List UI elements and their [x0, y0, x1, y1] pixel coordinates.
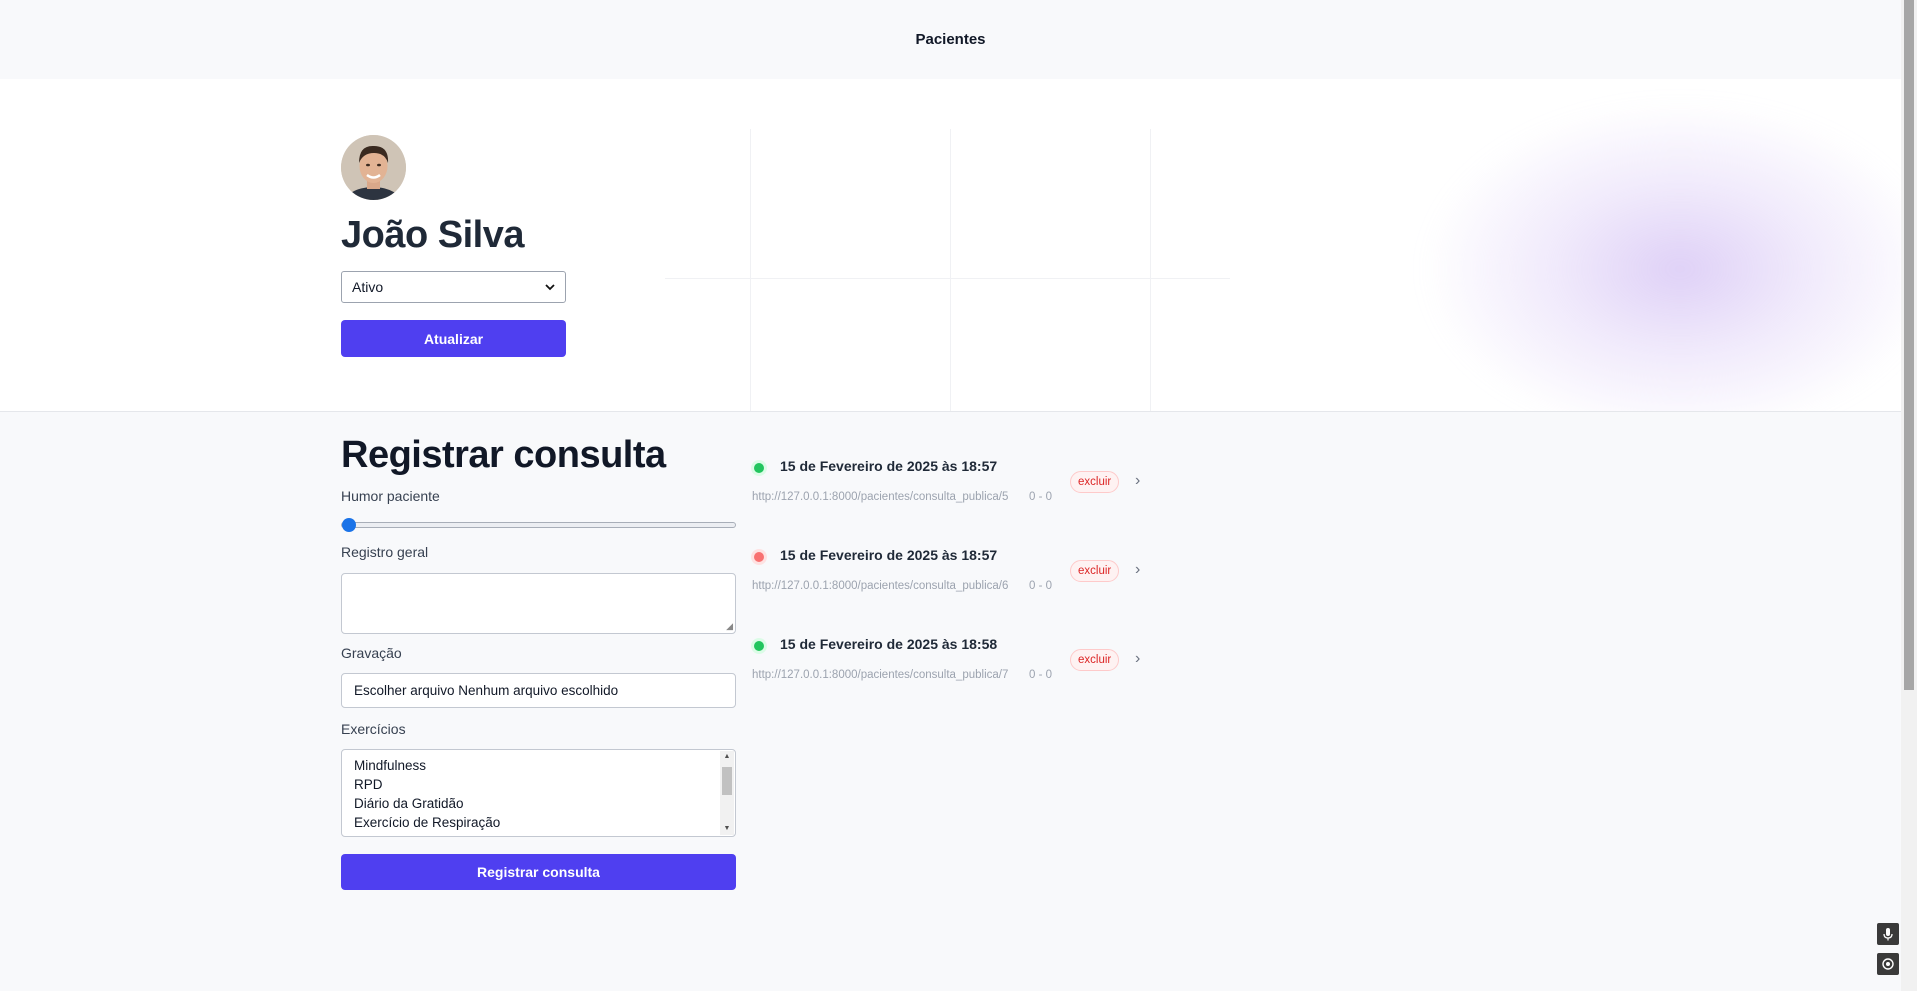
patient-photo-icon — [341, 135, 406, 200]
scrollbar-thumb[interactable] — [722, 767, 732, 795]
exercise-option[interactable]: Diário da Gratidão — [354, 794, 723, 813]
mood-slider[interactable] — [341, 518, 736, 532]
mood-label: Humor paciente — [341, 488, 440, 504]
patient-name: João Silva — [341, 214, 524, 256]
exercises-label: Exercícios — [341, 721, 406, 737]
exercise-option[interactable]: RPD — [354, 775, 723, 794]
consultation-score: 0 - 0 — [1029, 491, 1053, 503]
consultation-url: http://127.0.0.1:8000/pacientes/consulta… — [752, 669, 1009, 681]
consultation-item: 15 de Fevereiro de 2025 às 18:58 http://… — [752, 634, 1152, 694]
status-selected-value: Ativo — [352, 279, 384, 295]
decorative-gridline — [665, 278, 1230, 279]
decorative-gridline — [950, 129, 951, 411]
slider-thumb[interactable] — [342, 518, 356, 532]
exercises-scrollbar[interactable]: ▲ ▼ — [720, 751, 734, 835]
crosshair-icon[interactable] — [1877, 953, 1899, 975]
recording-label: Gravação — [341, 645, 402, 661]
delete-button[interactable]: excluir — [1070, 649, 1120, 671]
consultation-date: 15 de Fevereiro de 2025 às 18:57 — [780, 458, 998, 474]
status-dot — [754, 463, 764, 473]
exercise-option[interactable]: Mindfulness — [354, 756, 723, 775]
status-dot — [754, 641, 764, 651]
top-navigation: Pacientes — [0, 0, 1901, 79]
chevron-right-icon[interactable]: › — [1135, 472, 1140, 490]
chevron-down-icon — [545, 283, 555, 290]
microphone-icon[interactable] — [1877, 923, 1899, 945]
page-scrollbar[interactable] — [1901, 0, 1917, 991]
page-scrollbar-thumb[interactable] — [1904, 0, 1914, 690]
chevron-right-icon[interactable]: › — [1135, 561, 1140, 579]
exercise-option[interactable]: Exercício de Respiração — [354, 813, 723, 832]
patient-status-select[interactable]: Ativo — [341, 271, 566, 303]
consultation-score: 0 - 0 — [1029, 669, 1053, 681]
consultation-item: 15 de Fevereiro de 2025 às 18:57 http://… — [752, 545, 1152, 605]
chevron-right-icon[interactable]: › — [1135, 650, 1140, 668]
consultation-date: 15 de Fevereiro de 2025 às 18:57 — [780, 547, 998, 563]
resize-grip-icon[interactable]: ◢ — [726, 622, 733, 631]
decorative-gradient — [1420, 99, 1901, 411]
general-record-textarea[interactable]: ◢ — [341, 573, 736, 634]
delete-button[interactable]: excluir — [1070, 560, 1120, 582]
consultation-score: 0 - 0 — [1029, 580, 1053, 592]
patient-header — [0, 79, 1901, 412]
delete-button[interactable]: excluir — [1070, 471, 1120, 493]
scroll-down-icon[interactable]: ▼ — [720, 823, 734, 835]
register-consultation-button[interactable]: Registrar consulta — [341, 854, 736, 890]
general-record-label: Registro geral — [341, 544, 429, 560]
consultation-url: http://127.0.0.1:8000/pacientes/consulta… — [752, 580, 1009, 592]
decorative-gridline — [750, 129, 751, 411]
slider-track — [341, 522, 736, 528]
form-title: Registrar consulta — [341, 434, 666, 476]
scroll-up-icon[interactable]: ▲ — [720, 751, 734, 763]
nav-link-patients[interactable]: Pacientes — [915, 31, 985, 48]
exercises-multiselect[interactable]: Mindfulness RPD Diário da Gratidão Exerc… — [341, 749, 736, 837]
consultation-item: 15 de Fevereiro de 2025 às 18:57 http://… — [752, 456, 1152, 516]
update-button[interactable]: Atualizar — [341, 320, 566, 357]
decorative-gridline — [1150, 129, 1151, 411]
consultation-url: http://127.0.0.1:8000/pacientes/consulta… — [752, 491, 1009, 503]
consultation-date: 15 de Fevereiro de 2025 às 18:58 — [780, 636, 998, 652]
recording-file-input[interactable]: Escolher arquivo Nenhum arquivo escolhid… — [341, 673, 736, 708]
avatar — [341, 135, 406, 200]
status-dot — [754, 552, 764, 562]
